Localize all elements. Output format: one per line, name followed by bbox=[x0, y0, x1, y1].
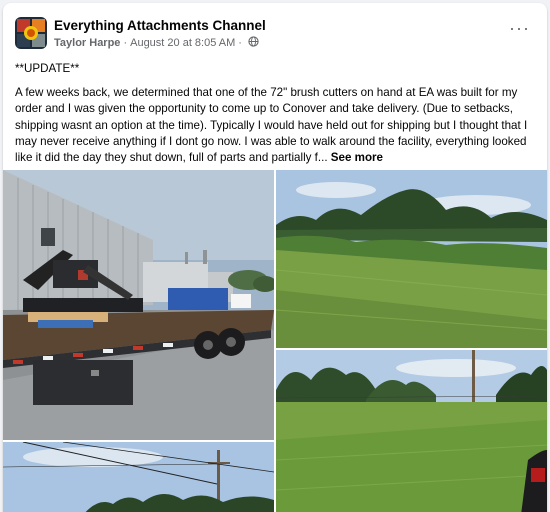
trailer-with-brush-cutter-photo[interactable] bbox=[3, 170, 274, 440]
post-paragraph: A few weeks back, we determined that one… bbox=[15, 85, 535, 166]
post-meta: Taylor Harpe · August 20 at 8:05 AM · bbox=[54, 36, 259, 50]
post-body: **UPDATE** A few weeks back, we determin… bbox=[15, 61, 535, 174]
facebook-post-card: Everything Attachments Channel Taylor Ha… bbox=[3, 3, 547, 512]
power-lines-sky-photo[interactable] bbox=[3, 442, 274, 512]
update-heading: **UPDATE** bbox=[15, 62, 80, 75]
page-avatar[interactable] bbox=[15, 17, 47, 49]
see-more-link[interactable]: See more bbox=[331, 151, 383, 164]
globe-icon bbox=[248, 36, 259, 50]
field-edge-trees-photo[interactable] bbox=[276, 170, 547, 348]
mowed-field-photo[interactable] bbox=[276, 350, 547, 512]
author-name[interactable]: Taylor Harpe bbox=[54, 37, 120, 49]
page-name-link[interactable]: Everything Attachments Channel bbox=[54, 18, 266, 33]
post-body-text: A few weeks back, we determined that one… bbox=[15, 86, 528, 165]
meta-separator-2: · bbox=[238, 37, 242, 49]
post-timestamp[interactable]: August 20 at 8:05 AM bbox=[130, 37, 235, 49]
photo-grid bbox=[3, 170, 547, 512]
channel-logo-icon bbox=[15, 17, 47, 49]
more-options-icon[interactable]: ··· bbox=[509, 19, 529, 43]
meta-separator: · bbox=[123, 37, 128, 49]
